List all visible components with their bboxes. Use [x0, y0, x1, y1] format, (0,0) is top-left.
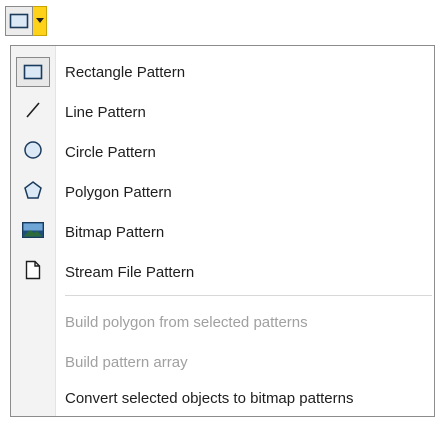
document-icon: [25, 260, 41, 284]
menu-item-rectangle-pattern[interactable]: Rectangle Pattern: [11, 52, 434, 92]
pattern-tool-button[interactable]: [5, 6, 73, 38]
caret-down-icon[interactable]: [33, 6, 47, 36]
menu-item-build-polygon[interactable]: Build polygon from selected patterns: [11, 302, 434, 342]
bitmap-icon: [22, 222, 44, 242]
menu-item-label: Polygon Pattern: [65, 183, 172, 201]
menu-item-stream-file-pattern[interactable]: Stream File Pattern: [11, 252, 434, 292]
menu-item-label: Rectangle Pattern: [65, 63, 186, 81]
menu-item-bitmap-pattern[interactable]: Bitmap Pattern: [11, 212, 434, 252]
circle-icon: [23, 140, 43, 164]
menu-item-line-pattern[interactable]: Line Pattern: [11, 92, 434, 132]
menu-item-label: Bitmap Pattern: [65, 223, 165, 241]
menu-item-circle-pattern[interactable]: Circle Pattern: [11, 132, 434, 172]
menu-separator: [65, 295, 432, 296]
menu-item-label: Stream File Pattern: [65, 263, 195, 281]
menu-item-label: Line Pattern: [65, 103, 146, 121]
rectangle-icon[interactable]: [5, 6, 33, 36]
menu-item-label: Build pattern array: [65, 353, 188, 371]
menu-item-polygon-pattern[interactable]: Polygon Pattern: [11, 172, 434, 212]
menu-item-label: Circle Pattern: [65, 143, 156, 161]
rectangle-icon: [16, 57, 50, 87]
polygon-icon: [23, 180, 43, 204]
pattern-dropdown-menu: Rectangle Pattern Line Pattern Circle Pa…: [10, 45, 435, 417]
menu-item-convert-to-bitmap[interactable]: Convert selected objects to bitmap patte…: [11, 378, 434, 418]
line-icon: [24, 101, 42, 123]
menu-item-label: Convert selected objects to bitmap patte…: [65, 389, 354, 407]
menu-item-build-pattern-array[interactable]: Build pattern array: [11, 342, 434, 382]
menu-item-label: Build polygon from selected patterns: [65, 313, 308, 331]
